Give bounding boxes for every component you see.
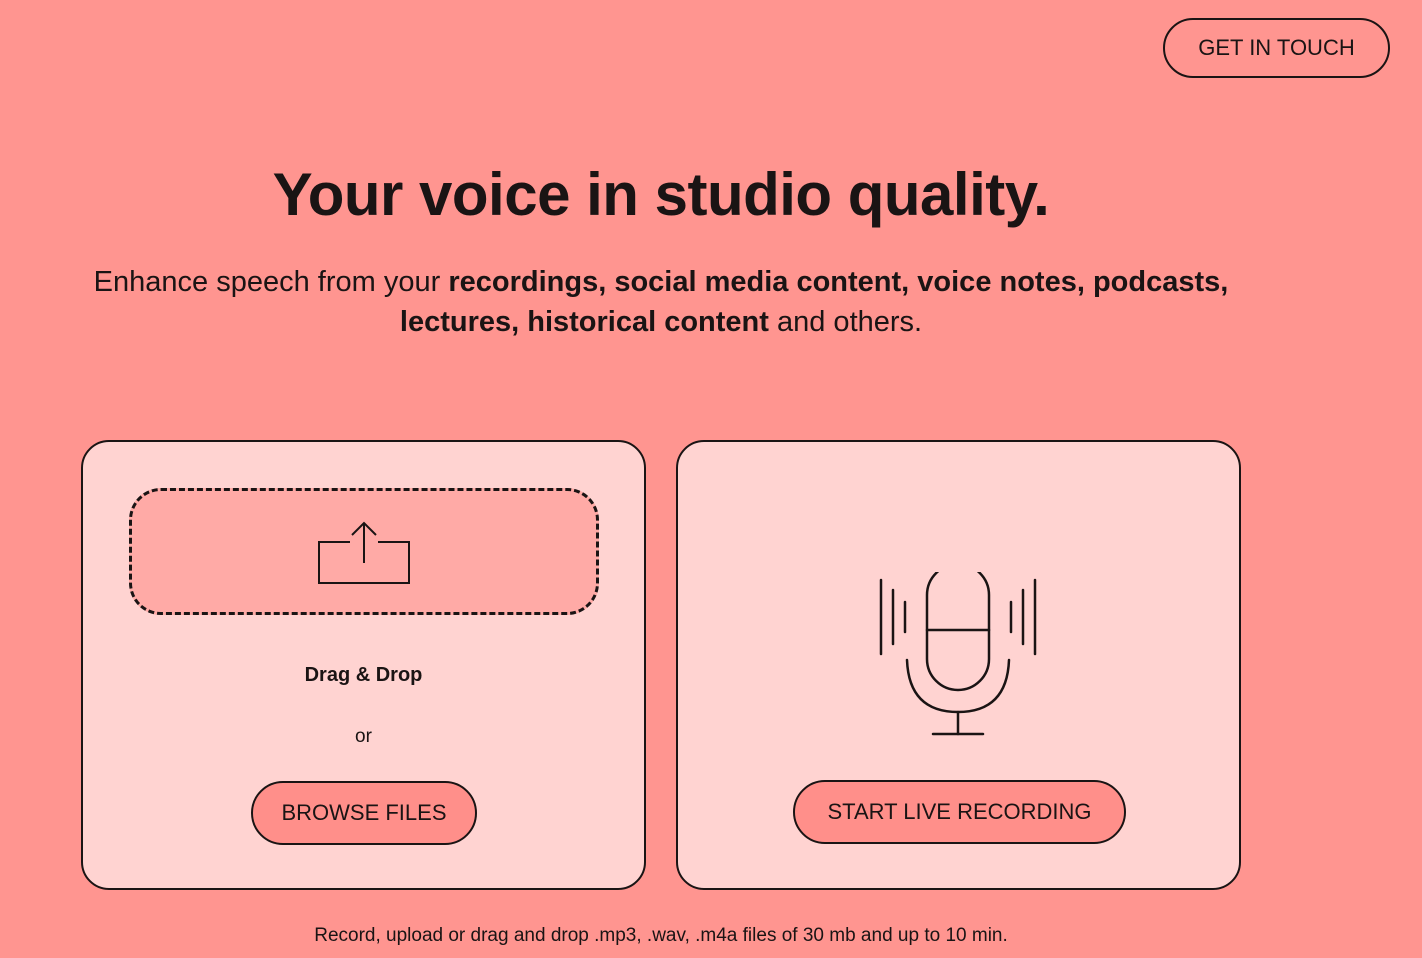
upload-card: Drag & Drop or BROWSE FILES — [81, 440, 646, 890]
drag-drop-label: Drag & Drop — [304, 664, 423, 686]
drop-zone[interactable] — [129, 488, 599, 615]
file-requirements-note: Record, upload or drag and drop .mp3, .w… — [314, 925, 1008, 946]
browse-files-button[interactable]: BROWSE FILES — [251, 781, 477, 845]
hero-subtitle: Enhance speech from your recordings, soc… — [60, 262, 1262, 342]
record-card: START LIVE RECORDING — [676, 440, 1241, 890]
subtitle-tail: and others. — [768, 306, 923, 338]
microphone-icon — [877, 562, 1042, 742]
upload-icon — [318, 521, 410, 584]
subtitle-lead: Enhance speech from your — [93, 266, 449, 298]
start-live-recording-button[interactable]: START LIVE RECORDING — [793, 780, 1126, 844]
get-in-touch-button[interactable]: GET IN TOUCH — [1163, 18, 1390, 78]
page-title: Your voice in studio quality. — [272, 161, 1050, 228]
or-label: or — [355, 726, 372, 747]
